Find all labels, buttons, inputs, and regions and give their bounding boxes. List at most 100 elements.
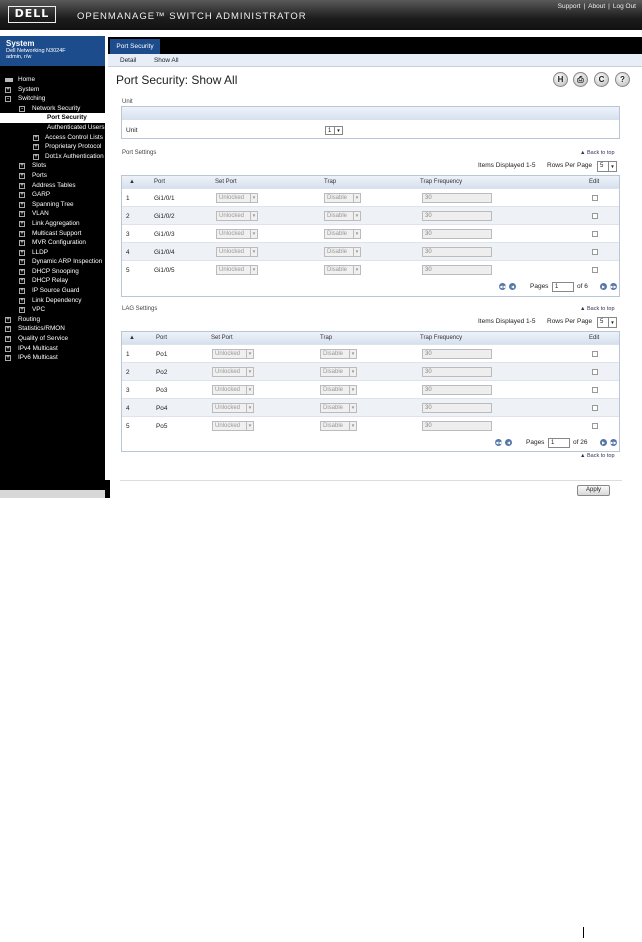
sidebar-scrollbar[interactable] [0, 490, 105, 498]
trap-frequency-field[interactable]: 30 [422, 247, 492, 257]
sidebar-item-dhcp-snooping[interactable]: + DHCP Snooping [0, 267, 105, 277]
support-link[interactable]: Support [558, 3, 581, 10]
edit-checkbox[interactable] [592, 195, 598, 201]
back-to-top-link[interactable]: ▲ Back to top [580, 453, 615, 459]
sidebar-item-routing[interactable]: + Routing [0, 315, 105, 325]
sidebar-item-vpc[interactable]: + VPC [0, 305, 105, 315]
help-icon[interactable]: ? [615, 72, 630, 87]
expand-icon[interactable]: + [19, 240, 25, 247]
set-port-select[interactable]: Unlocked ▼ [212, 403, 254, 413]
collapse-icon[interactable]: - [5, 96, 11, 103]
sidebar-item-switching[interactable]: - Switching [0, 94, 105, 104]
back-to-top-link[interactable]: ▲ Back to top [580, 306, 615, 312]
edit-checkbox[interactable] [592, 405, 598, 411]
prev-page-icon[interactable]: ◀ [505, 439, 512, 446]
column-header[interactable]: Port [156, 335, 167, 341]
column-header[interactable]: Trap Frequency [420, 179, 462, 185]
set-port-select[interactable]: Unlocked ▼ [216, 265, 258, 275]
print-icon[interactable]: ⎙ [573, 72, 588, 87]
trap-frequency-field[interactable]: 30 [422, 421, 492, 431]
set-port-select[interactable]: Unlocked ▼ [212, 421, 254, 431]
edit-checkbox[interactable] [592, 387, 598, 393]
expand-icon[interactable]: + [19, 249, 25, 256]
column-header[interactable]: Trap [320, 335, 332, 341]
sidebar-item-spanning-tree[interactable]: + Spanning Tree [0, 200, 105, 210]
prev-page-icon[interactable]: ◀ [509, 283, 516, 290]
expand-icon[interactable]: + [19, 211, 25, 218]
sidebar-item-vlan[interactable]: + VLAN [0, 209, 105, 219]
set-port-select[interactable]: Unlocked ▼ [216, 211, 258, 221]
trap-frequency-field[interactable]: 30 [422, 385, 492, 395]
unit-select[interactable]: 1 ▼ [325, 126, 343, 135]
edit-checkbox[interactable] [592, 231, 598, 237]
edit-checkbox[interactable] [592, 213, 598, 219]
sidebar-item-network-security[interactable]: - Network Security [0, 104, 105, 114]
set-port-select[interactable]: Unlocked ▼ [216, 229, 258, 239]
sidebar-item-quality-of-service[interactable]: + Quality of Service [0, 334, 105, 344]
trap-select[interactable]: Disable ▼ [320, 349, 357, 359]
expand-icon[interactable]: + [19, 172, 25, 179]
expand-icon[interactable]: + [19, 220, 25, 227]
about-link[interactable]: About [588, 3, 605, 10]
column-header[interactable]: Set Port [211, 335, 233, 341]
edit-checkbox[interactable] [592, 351, 598, 357]
sidebar-item-ipv6-multicast[interactable]: + IPv6 Multicast [0, 353, 105, 363]
sidebar-item-mvr-configuration[interactable]: + MVR Configuration [0, 238, 105, 248]
expand-icon[interactable]: + [19, 230, 25, 237]
set-port-select[interactable]: Unlocked ▼ [212, 349, 254, 359]
rows-per-page-select[interactable]: 5 ▼ [597, 161, 617, 172]
sidebar-item-dot1x-authentication[interactable]: + Dot1x Authentication [0, 152, 105, 162]
trap-select[interactable]: Disable ▼ [320, 367, 357, 377]
sidebar-item-system[interactable]: + System [0, 85, 105, 95]
expand-icon[interactable]: + [33, 144, 39, 151]
page-input[interactable]: 1 [548, 438, 570, 448]
sidebar-item-dynamic-arp-inspection[interactable]: + Dynamic ARP Inspection [0, 257, 105, 267]
last-page-icon[interactable]: ▶▶ [610, 439, 617, 446]
edit-checkbox[interactable] [592, 267, 598, 273]
trap-select[interactable]: Disable ▼ [324, 193, 361, 203]
edit-checkbox[interactable] [592, 423, 598, 429]
sidebar-item-home[interactable]: Home [0, 75, 105, 85]
expand-icon[interactable]: + [33, 153, 39, 160]
trap-frequency-field[interactable]: 30 [422, 229, 492, 239]
back-to-top-link[interactable]: ▲ Back to top [580, 150, 615, 156]
trap-select[interactable]: Disable ▼ [324, 211, 361, 221]
set-port-select[interactable]: Unlocked ▼ [212, 367, 254, 377]
sidebar-item-link-dependency[interactable]: + Link Dependency [0, 296, 105, 306]
sidebar-item-ports[interactable]: + Ports [0, 171, 105, 181]
trap-select[interactable]: Disable ▼ [324, 265, 361, 275]
rows-per-page-select[interactable]: 5 ▼ [597, 317, 617, 328]
refresh-icon[interactable]: C [594, 72, 609, 87]
sidebar-item-access-control-lists[interactable]: + Access Control Lists [0, 133, 105, 143]
sidebar-item-ip-source-guard[interactable]: + IP Source Guard [0, 286, 105, 296]
expand-icon[interactable]: + [5, 336, 11, 343]
trap-frequency-field[interactable]: 30 [422, 193, 492, 203]
expand-icon[interactable]: + [5, 345, 11, 352]
trap-frequency-field[interactable]: 30 [422, 403, 492, 413]
expand-icon[interactable]: + [19, 297, 25, 304]
expand-icon[interactable]: + [5, 355, 11, 362]
edit-checkbox[interactable] [592, 369, 598, 375]
first-page-icon[interactable]: ◀◀ [495, 439, 502, 446]
trap-select[interactable]: Disable ▼ [324, 229, 361, 239]
expand-icon[interactable]: + [19, 259, 25, 266]
trap-frequency-field[interactable]: 30 [422, 211, 492, 221]
sidebar-item-lldp[interactable]: + LLDP [0, 248, 105, 258]
column-header[interactable]: Set Port [215, 179, 237, 185]
page-input[interactable]: 1 [552, 282, 574, 292]
collapse-icon[interactable]: - [19, 105, 25, 112]
sidebar-resize-handle[interactable] [105, 480, 110, 498]
set-port-select[interactable]: Unlocked ▼ [216, 247, 258, 257]
expand-icon[interactable]: + [19, 268, 25, 275]
next-page-icon[interactable]: ▶ [600, 283, 607, 290]
sidebar-item-slots[interactable]: + Slots [0, 161, 105, 171]
trap-frequency-field[interactable]: 30 [422, 265, 492, 275]
column-header[interactable]: ▲ [129, 179, 135, 185]
sidebar-item-dhcp-relay[interactable]: + DHCP Relay [0, 276, 105, 286]
sidebar-item-statistics-rmon[interactable]: + Statistics/RMON [0, 324, 105, 334]
sidebar-item-garp[interactable]: + GARP [0, 190, 105, 200]
system-title[interactable]: System [6, 39, 99, 48]
trap-select[interactable]: Disable ▼ [320, 385, 357, 395]
sidebar-item-ipv4-multicast[interactable]: + IPv4 Multicast [0, 344, 105, 354]
first-page-icon[interactable]: ◀◀ [499, 283, 506, 290]
